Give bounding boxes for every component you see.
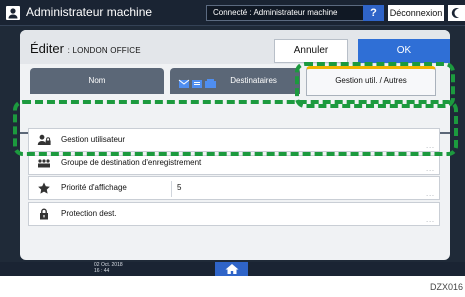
admin-user-icon [6, 6, 20, 20]
moon-icon [451, 7, 459, 19]
energy-saver-button[interactable] [448, 5, 465, 21]
user-management-label: Gestion utilisateur [61, 135, 126, 144]
home-icon [225, 264, 238, 274]
date-time: 02 Oct. 2018 16 : 44 [94, 262, 134, 274]
destination-types-icon [178, 75, 218, 88]
bottom-bar: 02 Oct. 2018 16 : 44 [0, 262, 465, 276]
role-title: Administrateur machine [26, 5, 153, 19]
more-indicator: ... [426, 166, 435, 173]
logout-button[interactable]: Déconnexion [388, 5, 444, 21]
display-priority-value: 5 [177, 183, 182, 192]
more-indicator: ... [426, 191, 435, 198]
cancel-button[interactable]: Annuler [274, 39, 348, 63]
login-status-field[interactable]: Connecté : Administrateur machine [206, 5, 384, 21]
tab-user-management-other[interactable]: Gestion util. / Autres [306, 66, 436, 96]
edit-title-text: Éditer [30, 41, 64, 56]
value-divider [171, 181, 172, 197]
ok-button[interactable]: OK [358, 39, 450, 63]
tab-name[interactable]: Nom [30, 68, 164, 94]
dialog-header: Éditer : LONDON OFFICE Annuler OK [20, 30, 450, 64]
figure-code: DZX016 [429, 282, 463, 292]
page-title: Éditer : LONDON OFFICE [30, 41, 141, 56]
list-item-display-priority[interactable]: Priorité d'affichage 5 ... [28, 176, 440, 200]
more-indicator: ... [426, 217, 435, 224]
tab-destinations-label: Destinataires [230, 76, 277, 85]
lock-icon [37, 208, 51, 220]
device-screen: Administrateur machine Connecté : Admini… [0, 0, 465, 276]
list-item-user-management[interactable]: Gestion utilisateur ... [28, 128, 440, 152]
tab-bar: Nom Destinataires Gestion util. / Autres [20, 66, 450, 134]
help-button[interactable]: ? [363, 5, 384, 21]
time-text: 16 : 44 [94, 268, 110, 274]
home-button[interactable] [215, 262, 248, 276]
user-lock-icon [37, 134, 51, 146]
entry-name: : LONDON OFFICE [67, 46, 141, 55]
list-item-registration-group[interactable]: Groupe de destination d'enregistrement .… [28, 155, 440, 175]
tab-destinations[interactable]: Destinataires [170, 68, 300, 94]
system-bar: Administrateur machine Connecté : Admini… [0, 0, 465, 26]
edit-dialog: Éditer : LONDON OFFICE Annuler OK Nom De… [20, 30, 450, 260]
group-icon [37, 158, 51, 170]
display-priority-label: Priorité d'affichage [61, 183, 127, 192]
registration-group-label: Groupe de destination d'enregistrement [61, 158, 202, 167]
more-indicator: ... [426, 143, 435, 150]
star-icon [37, 182, 51, 194]
protect-destination-label: Protection dest. [61, 209, 117, 218]
list-item-protect-destination[interactable]: Protection dest. ... [28, 202, 440, 226]
